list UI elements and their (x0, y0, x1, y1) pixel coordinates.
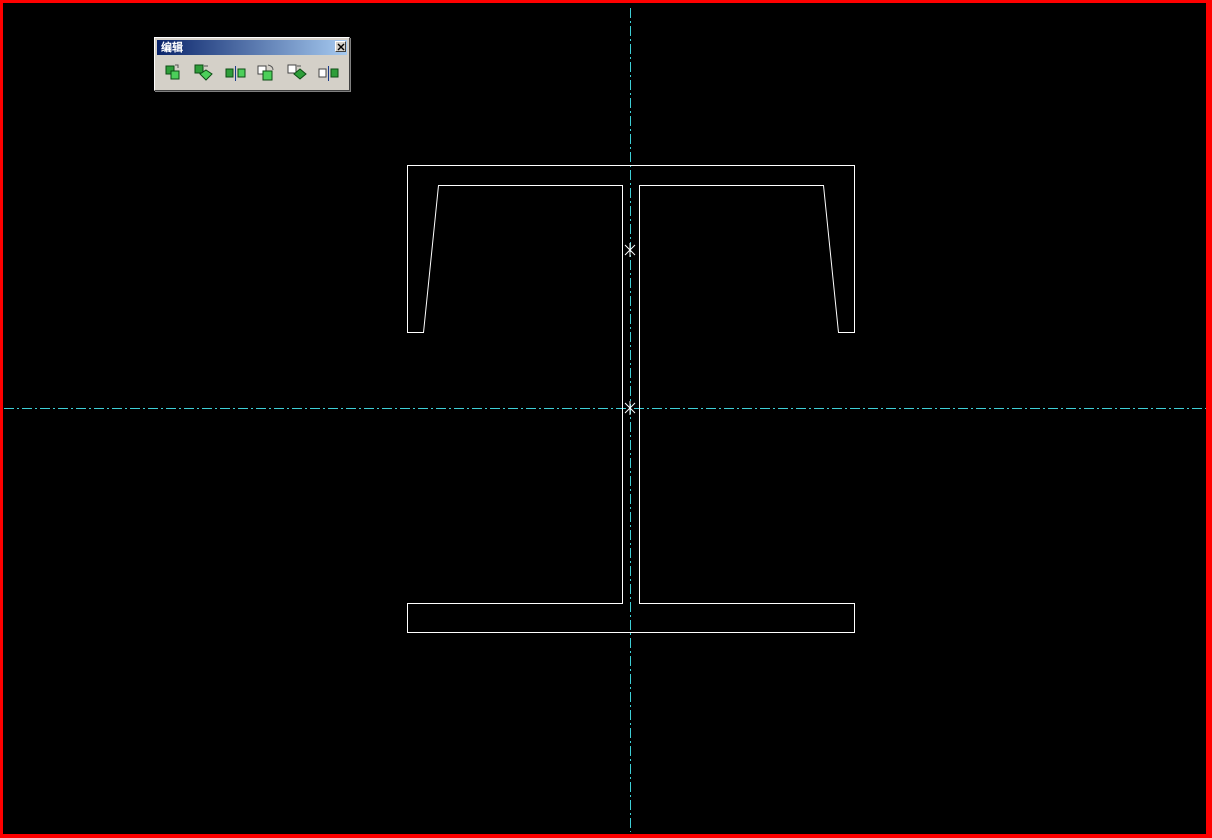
copy-button[interactable] (162, 61, 185, 85)
mirror-copy-icon (318, 66, 339, 81)
scale-objects-icon (287, 64, 307, 80)
rotate-objects-icon (257, 64, 274, 81)
copy-objects-icon (165, 64, 180, 80)
drawing-area[interactable] (0, 0, 1212, 838)
mirror-objects-icon (225, 66, 246, 81)
toolbar-title: 编辑 (161, 41, 183, 54)
rotate-button[interactable] (255, 61, 278, 85)
centroid-marker-center (624, 401, 636, 415)
mirror-button[interactable] (224, 61, 247, 85)
move-button[interactable] (193, 61, 216, 85)
centroid-marker-upper (624, 243, 636, 257)
scale-button[interactable] (286, 61, 309, 85)
mirror-copy-button[interactable] (317, 61, 340, 85)
toolbar-buttons (162, 61, 340, 85)
close-icon (337, 43, 345, 51)
toolbar-title-bar[interactable]: 编辑 (157, 40, 347, 55)
close-button[interactable] (335, 41, 346, 52)
move-objects-icon (194, 64, 213, 81)
edit-toolbar[interactable]: 编辑 (154, 37, 350, 91)
